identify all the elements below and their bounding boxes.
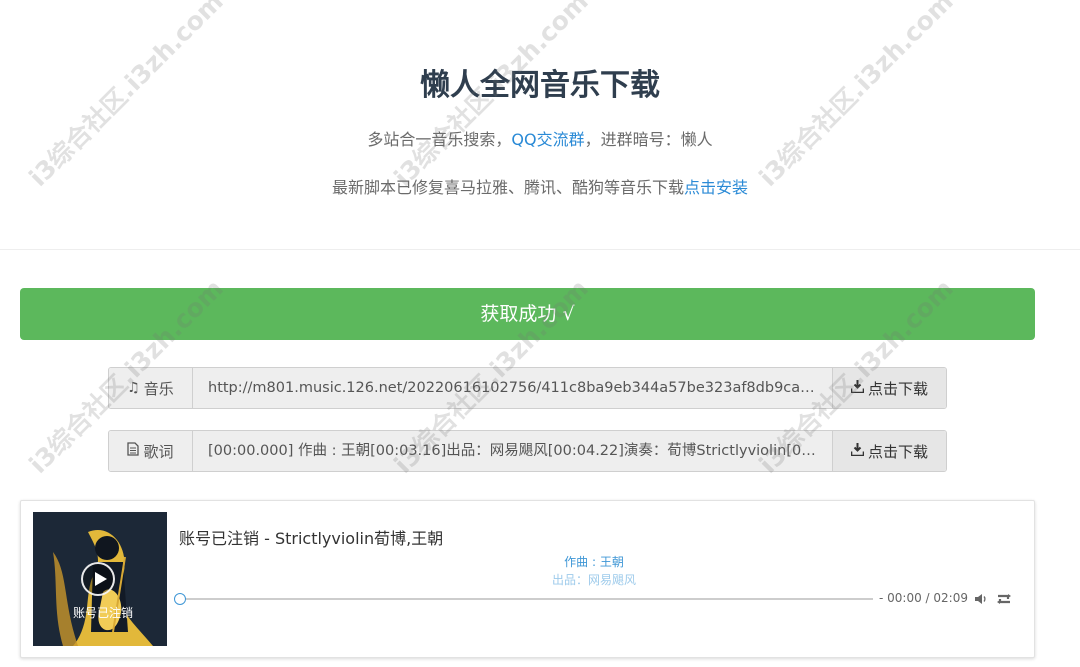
lyric-line-current: 作曲 : 王朝 (564, 555, 624, 569)
music-download-button[interactable]: 点击下载 (832, 368, 946, 408)
lyric-text-field[interactable]: [00:00.000] 作曲 : 王朝[00:03.16]出品：网易飓风[00:… (193, 431, 832, 471)
page-title: 懒人全网音乐下载 (420, 68, 660, 103)
file-text-icon (127, 442, 140, 460)
audio-player: 账号已注销 账号已注销 - Strictlyviolin荀博,王朝 作曲 : 王… (20, 500, 1035, 658)
progress-bar[interactable] (179, 598, 873, 600)
music-download-label: 点击下载 (867, 379, 928, 398)
music-url-field[interactable]: http://m801.music.126.net/20220616102756… (193, 368, 832, 408)
music-note-icon: ♫ (127, 380, 140, 396)
volume-icon[interactable] (974, 591, 988, 605)
lyric-download-button[interactable]: 点击下载 (832, 431, 946, 471)
page-header: 懒人全网音乐下载 多站合一音乐搜索，QQ交流群，进群暗号：懒人 最新脚本已修复喜… (0, 0, 1080, 250)
album-cover: 账号已注销 (33, 512, 167, 646)
subtitle-group-info: 多站合一音乐搜索，QQ交流群，进群暗号：懒人 (0, 126, 1080, 150)
qq-group-link[interactable]: QQ交流群 (511, 130, 584, 149)
subtitle-text: 最新脚本已修复喜马拉雅、腾讯、酷狗等音乐下载 (331, 178, 684, 197)
install-link[interactable]: 点击安装 (684, 178, 748, 197)
music-url-row: ♫ 音乐 http://m801.music.126.net/202206161… (108, 367, 947, 409)
status-banner: 获取成功 √ (20, 288, 1035, 340)
cover-text: 账号已注销 (73, 605, 133, 620)
lyric-download-label: 点击下载 (867, 442, 928, 461)
lyric-line-next: 出品：网易飓风 (551, 573, 636, 587)
lyric-label: 歌词 (143, 442, 174, 461)
progress-thumb[interactable] (174, 593, 186, 605)
music-label-addon: ♫ 音乐 (109, 368, 193, 408)
play-button[interactable] (81, 562, 115, 596)
song-title: 账号已注销 - Strictlyviolin荀博,王朝 (179, 529, 444, 548)
subtitle-text: 多站合一音乐搜索， (367, 130, 512, 149)
time-readout: - 00:00 / 02:09 (879, 591, 968, 605)
download-icon (850, 379, 865, 397)
music-label: 音乐 (143, 379, 174, 398)
subtitle-install-info: 最新脚本已修复喜马拉雅、腾讯、酷狗等音乐下载点击安装 (0, 174, 1080, 198)
lyric-label-addon: 歌词 (109, 431, 193, 471)
loop-icon[interactable] (995, 591, 1013, 605)
download-icon (850, 442, 865, 460)
subtitle-text: ，进群暗号：懒人 (584, 130, 713, 149)
lyric-row: 歌词 [00:00.000] 作曲 : 王朝[00:03.16]出品：网易飓风[… (108, 430, 947, 472)
